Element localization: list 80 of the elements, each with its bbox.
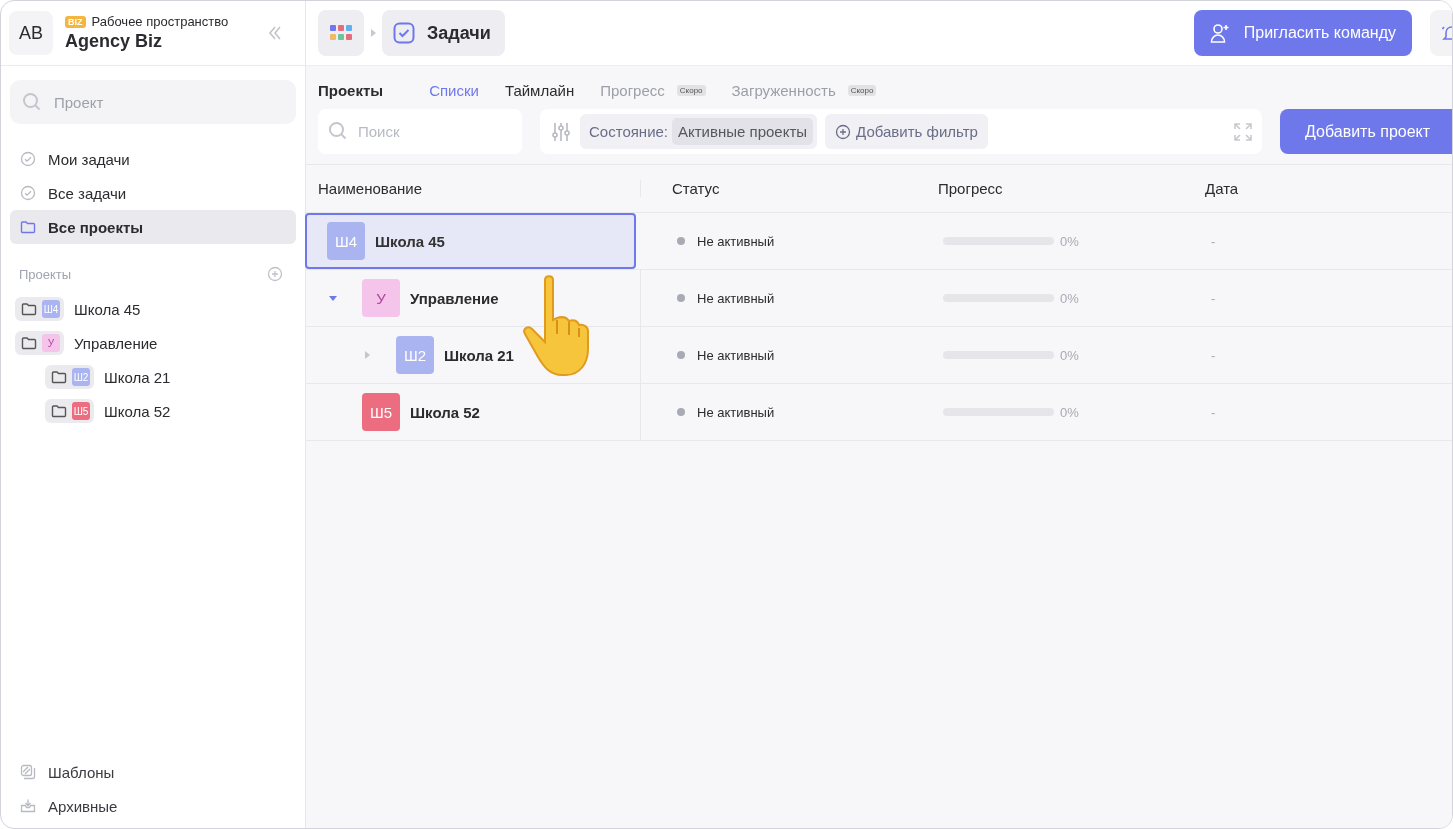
footer-item[interactable]: Шаблоны bbox=[1, 755, 305, 789]
project-avatar: Ш4 bbox=[327, 222, 365, 260]
plan-badge: BIZ bbox=[65, 15, 86, 28]
nav-item[interactable]: Все задачи bbox=[10, 176, 296, 210]
column-header: Прогресс bbox=[937, 180, 1004, 197]
status-dot-icon bbox=[677, 408, 685, 416]
folder-icon bbox=[51, 403, 67, 419]
sliders-icon[interactable] bbox=[550, 120, 572, 143]
bell-icon bbox=[1442, 23, 1452, 43]
column-header: Наименование bbox=[306, 180, 641, 197]
folder-icon bbox=[51, 369, 67, 385]
date-text: - bbox=[1211, 347, 1216, 363]
folder-icon bbox=[20, 219, 36, 235]
progress-text: 0% bbox=[1060, 347, 1079, 363]
workspace-label: Рабочее пространство bbox=[91, 14, 229, 29]
user-plus-icon bbox=[1209, 23, 1230, 43]
workspace-avatar[interactable]: AB bbox=[9, 11, 53, 55]
breadcrumb-caret-icon bbox=[370, 29, 376, 37]
add-filter-button[interactable]: Добавить фильтр bbox=[825, 114, 988, 149]
search-field[interactable]: Поиск bbox=[318, 109, 522, 154]
soon-badge: Скоро bbox=[847, 84, 877, 96]
status-text: Не активный bbox=[697, 347, 775, 363]
nav-item[interactable]: Все проекты bbox=[10, 210, 296, 244]
status-dot-icon bbox=[677, 351, 685, 359]
project-name-cell[interactable]: Ш5 Школа 52 bbox=[306, 384, 641, 440]
caret-right-icon[interactable] bbox=[362, 350, 372, 360]
project-item[interactable]: Управление bbox=[74, 334, 158, 352]
project-avatar: У bbox=[362, 279, 400, 317]
check-circle-icon bbox=[20, 185, 36, 201]
status-text: Не активный bbox=[697, 404, 775, 420]
footer-item[interactable]: Архивные bbox=[1, 789, 305, 823]
project-avatar: У bbox=[42, 334, 60, 352]
templates-icon bbox=[20, 764, 36, 780]
section-title: Проекты bbox=[318, 81, 384, 99]
grid-icon bbox=[330, 25, 352, 41]
caret-down-icon[interactable] bbox=[328, 293, 338, 303]
apps-button[interactable] bbox=[318, 10, 364, 56]
column-header: Статус bbox=[671, 180, 721, 197]
project-avatar: Ш5 bbox=[362, 393, 400, 431]
date-text: - bbox=[1211, 404, 1216, 420]
expand-icon[interactable] bbox=[1234, 122, 1253, 141]
soon-badge: Скоро bbox=[676, 84, 706, 96]
add-circle-icon[interactable] bbox=[267, 266, 283, 282]
view-tab[interactable]: Таймлайн bbox=[504, 81, 575, 99]
project-avatar: Ш5 bbox=[72, 402, 90, 420]
nav-item[interactable]: Мои задачи bbox=[10, 142, 296, 176]
search-field[interactable]: Проект bbox=[10, 80, 296, 124]
check-circle-icon bbox=[20, 151, 36, 167]
status-dot-icon bbox=[677, 237, 685, 245]
section-title: Проекты bbox=[19, 266, 72, 282]
project-item[interactable]: Школа 21 bbox=[104, 368, 171, 386]
column-header: Дата bbox=[1204, 180, 1240, 197]
collapse-icon[interactable] bbox=[267, 25, 283, 41]
status-text: Не активный bbox=[697, 233, 775, 249]
project-avatar: Ш2 bbox=[396, 336, 434, 374]
archive-icon bbox=[20, 798, 36, 814]
project-avatar: Ш2 bbox=[72, 368, 90, 386]
add-project-button[interactable]: Добавить проект bbox=[1280, 109, 1452, 154]
project-item[interactable]: Школа 52 bbox=[104, 402, 171, 420]
project-avatar: Ш4 bbox=[42, 300, 60, 318]
checkbox-icon bbox=[393, 22, 415, 44]
status-dot-icon bbox=[677, 294, 685, 302]
breadcrumb-item[interactable]: Задачи bbox=[382, 10, 505, 56]
date-text: - bbox=[1211, 233, 1216, 249]
view-tab[interactable]: Списки bbox=[429, 81, 479, 99]
workspace-name[interactable]: Agency Biz bbox=[65, 31, 255, 52]
progress-text: 0% bbox=[1060, 233, 1079, 249]
notifications-button[interactable] bbox=[1430, 10, 1452, 56]
state-filter[interactable]: Состояние: Активные проекты bbox=[580, 114, 818, 149]
folder-icon bbox=[21, 301, 37, 317]
progress-text: 0% bbox=[1060, 290, 1079, 306]
date-text: - bbox=[1211, 290, 1216, 306]
project-name-cell[interactable]: Ш4 Школа 45 bbox=[305, 213, 636, 269]
project-item[interactable]: Школа 45 bbox=[74, 300, 141, 318]
filter-value[interactable]: Активные проекты bbox=[672, 118, 814, 145]
add-circle-icon bbox=[835, 123, 852, 140]
invite-team-button[interactable]: Пригласить команду bbox=[1193, 10, 1412, 56]
status-text: Не активный bbox=[697, 290, 775, 306]
folder-icon bbox=[21, 335, 37, 351]
progress-text: 0% bbox=[1060, 404, 1079, 420]
